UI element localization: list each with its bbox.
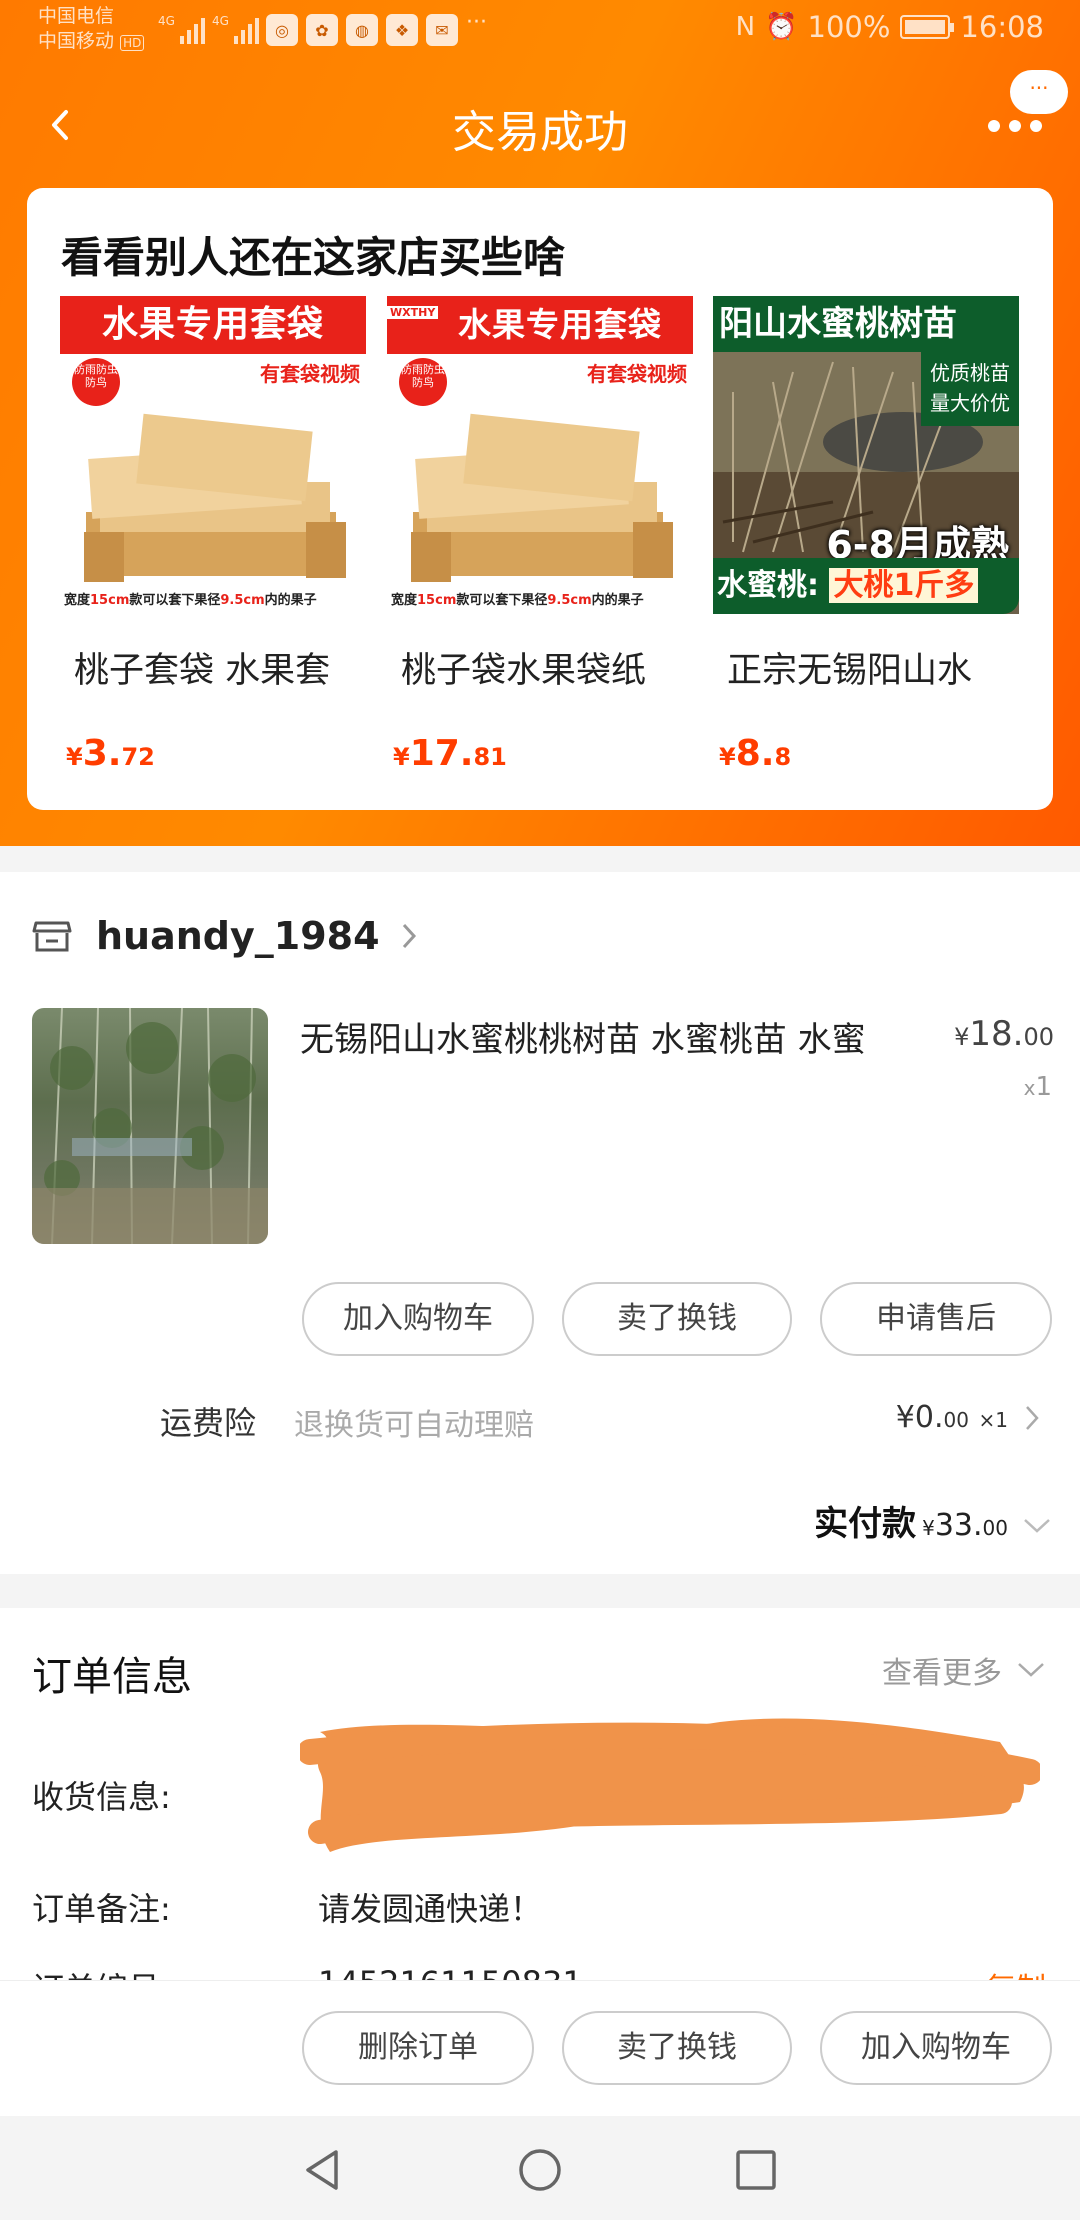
delete-order-button[interactable]: 删除订单	[302, 2011, 534, 2085]
paid-amount-row[interactable]: 实付款 ¥33.00	[814, 1496, 1052, 1545]
browser-icon: ◎	[266, 14, 298, 46]
add-to-cart-button[interactable]: 加入购物车	[820, 2011, 1052, 2085]
goods-price: ¥18.00	[954, 1014, 1054, 1054]
order-card: huandy_1984 无锡阳山水蜜桃桃树苗 水蜜桃苗 水蜜 ¥18.00 x1…	[0, 872, 1080, 1574]
signal-icon: 4G	[158, 14, 205, 44]
order-number-label: 订单编号:	[32, 1964, 171, 1980]
seedling-photo	[32, 1008, 268, 1244]
image-badge: 防雨防虫防鸟	[72, 358, 120, 406]
resell-button[interactable]: 卖了换钱	[562, 2011, 792, 2085]
image-banner: 水果专用套袋	[60, 296, 366, 354]
paper-bags-illustration	[411, 413, 673, 582]
bottom-action-bar: 删除订单 卖了换钱 加入购物车	[0, 1980, 1080, 2116]
image-banner: 水果专用套袋	[387, 296, 693, 354]
image-footer: 宽度15cm款可以套下果径9.5cm内的果子	[387, 588, 693, 614]
clock: 16:08	[960, 10, 1044, 44]
carrier-info: 中国电信 中国移动 HD	[38, 4, 145, 56]
shop-name: huandy_1984	[96, 914, 380, 958]
product-name: 桃子套袋 水果套	[74, 651, 331, 691]
nfc-icon: N	[735, 12, 756, 42]
copy-order-number-link[interactable]: 复制	[986, 1964, 1046, 1980]
signal-icon-2: 4G	[212, 14, 259, 44]
product-image: 阳山水蜜桃树苗 优质桃苗量大价优 6-8月成熟 水蜜桃: 大桃1斤多	[713, 296, 1019, 614]
image-banner: 阳山水蜜桃树苗	[713, 296, 1019, 352]
home-circle-icon[interactable]	[516, 2146, 564, 2194]
image-footer: 宽度15cm款可以套下果径9.5cm内的果子	[60, 588, 366, 614]
image-footer: 水蜜桃: 大桃1斤多	[713, 558, 1019, 614]
image-badge: 防雨防虫防鸟	[399, 358, 447, 406]
store-icon	[32, 921, 72, 952]
status-bar: 中国电信 中国移动 HD 4G 4G ◎ ✿ ◍ ❖ ✉ ··· N ⏰ 100…	[0, 0, 1080, 66]
redaction-scribble	[300, 1718, 1040, 1852]
product-name: 桃子袋水果袋纸	[401, 651, 647, 691]
page-title: 交易成功	[452, 107, 628, 158]
resell-button[interactable]: 卖了换钱	[562, 1282, 792, 1356]
after-sales-button[interactable]: 申请售后	[820, 1282, 1052, 1356]
image-brand-tag: WXTHY	[387, 306, 439, 319]
goods-image[interactable]	[32, 1008, 268, 1244]
status-right: N ⏰ 100% 16:08	[736, 10, 1044, 44]
alarm-icon: ⏰	[765, 12, 798, 42]
note-label: 订单备注:	[32, 1890, 171, 1928]
image-tag: 优质桃苗量大价优	[921, 352, 1019, 426]
image-subtitle: 有套袋视频	[587, 362, 687, 386]
product-price: ¥17.81	[393, 733, 507, 774]
paid-label: 实付款	[814, 1504, 917, 1544]
product-name: 正宗无锡阳山水	[727, 651, 973, 691]
product-price: ¥8.8	[719, 733, 792, 774]
chevron-right-icon[interactable]	[1024, 1404, 1040, 1432]
more-notifications-icon: ···	[466, 10, 487, 35]
recommend-title: 看看别人还在这家店买些啥	[61, 233, 566, 282]
address-label: 收货信息:	[32, 1778, 171, 1816]
battery-percent: 100%	[807, 10, 891, 44]
header-background: 中国电信 中国移动 HD 4G 4G ◎ ✿ ◍ ❖ ✉ ··· N ⏰ 100…	[0, 0, 1080, 846]
shop-link[interactable]: huandy_1984	[32, 914, 418, 958]
paper-bags-illustration	[84, 413, 346, 582]
recommend-item[interactable]: 阳山水蜜桃树苗 优质桃苗量大价优 6-8月成熟 水蜜桃: 大桃1斤多 正宗无锡阳…	[713, 296, 1019, 774]
system-navigation-bar	[0, 2116, 1080, 2220]
chevron-down-icon	[1018, 1663, 1044, 1677]
battery-icon	[900, 15, 955, 39]
notification-icons: ◎ ✿ ◍ ❖ ✉	[266, 14, 458, 46]
wechat-icon: ✿	[306, 14, 338, 46]
chevron-down-icon	[1024, 1519, 1050, 1533]
goods-quantity: x1	[1023, 1072, 1052, 1102]
network-type-label-2: 4G	[212, 14, 229, 28]
hd-badge: HD	[120, 35, 145, 51]
recommend-card: 看看别人还在这家店买些啥 水果专用套袋 有套袋视频 防雨防虫防鸟 宽度15cm款…	[27, 188, 1053, 810]
paid-amount: ¥33.00	[922, 1508, 1008, 1543]
app-icon: ✉	[426, 14, 458, 46]
product-price: ¥3.72	[66, 733, 155, 774]
shipping-insurance-desc: 退换货可自动理赔	[294, 1408, 534, 1443]
order-info-title: 订单信息	[32, 1654, 192, 1700]
add-to-cart-button[interactable]: 加入购物车	[302, 1282, 534, 1356]
recents-square-icon[interactable]	[732, 2146, 780, 2194]
view-more-link[interactable]: 查看更多	[882, 1648, 1046, 1692]
view-more-label: 查看更多	[882, 1656, 1002, 1691]
product-image: 水果专用套袋 WXTHY 有套袋视频 防雨防虫防鸟 宽度15cm款可以套下果径9…	[387, 296, 693, 614]
image-subtitle: 有套袋视频	[260, 362, 360, 386]
order-number-value: 1452161150831	[318, 1964, 583, 1980]
nav-bar: 交易成功 ···	[0, 66, 1080, 186]
back-triangle-icon[interactable]	[298, 2146, 346, 2194]
chevron-right-icon	[402, 923, 416, 949]
goods-title[interactable]: 无锡阳山水蜜桃桃树苗 水蜜桃苗 水蜜	[300, 1012, 920, 1061]
product-image: 水果专用套袋 有套袋视频 防雨防虫防鸟 宽度15cm款可以套下果径9.5cm内的…	[60, 296, 366, 614]
recommend-item[interactable]: 水果专用套袋 WXTHY 有套袋视频 防雨防虫防鸟 宽度15cm款可以套下果径9…	[387, 296, 693, 774]
order-info-card: 订单信息 查看更多 收货信息: 币 中 订单备注: 请发圆通快递！ 订单编号: …	[0, 1608, 1080, 1980]
message-bubble-icon[interactable]: ···	[1010, 70, 1068, 114]
shipping-insurance-label: 运费险	[160, 1404, 257, 1442]
carrier-mobile: 中国移动	[38, 30, 115, 52]
network-type-label: 4G	[158, 14, 175, 28]
carrier-telecom: 中国电信	[38, 5, 115, 27]
app-icon: ◍	[346, 14, 378, 46]
recommend-item[interactable]: 水果专用套袋 有套袋视频 防雨防虫防鸟 宽度15cm款可以套下果径9.5cm内的…	[60, 296, 366, 774]
note-value: 请发圆通快递！	[318, 1890, 543, 1928]
shipping-insurance-price: ¥0.00 ×1	[895, 1400, 1008, 1435]
more-options-icon[interactable]	[988, 120, 1042, 132]
app-icon: ❖	[386, 14, 418, 46]
